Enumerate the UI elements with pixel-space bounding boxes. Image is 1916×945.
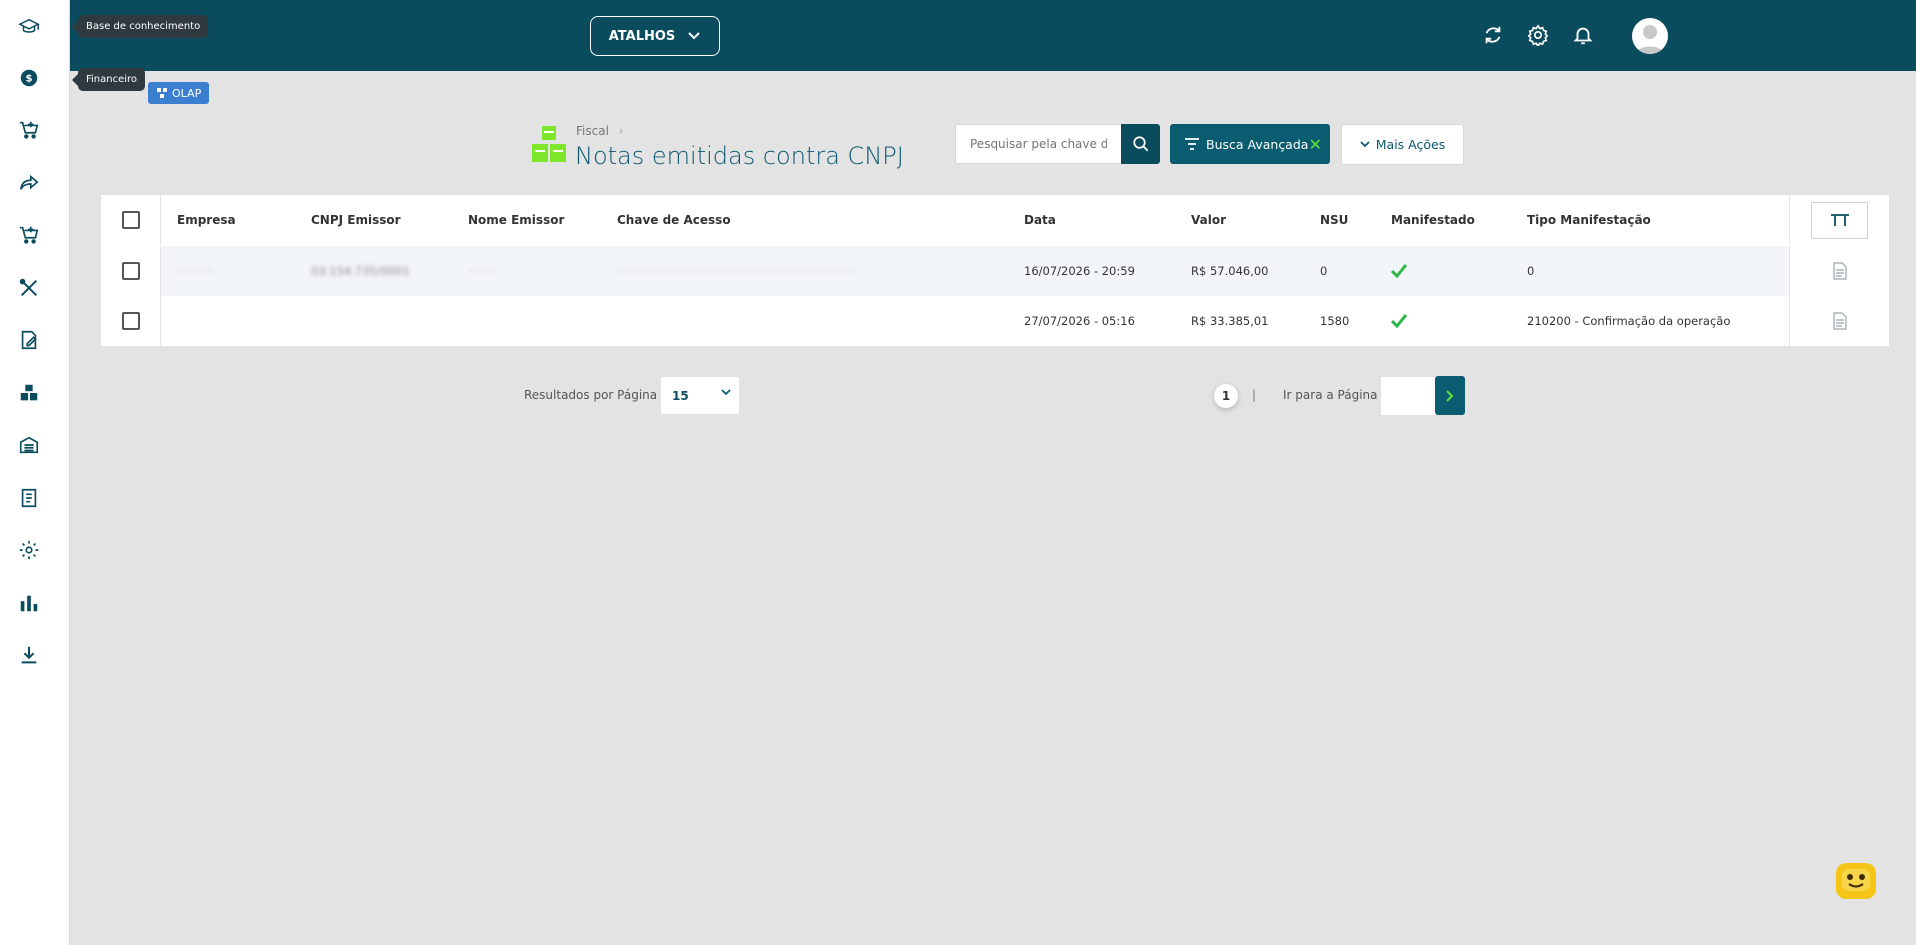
results-per-page-label: Resultados por Página	[524, 388, 658, 402]
table-header-row: Empresa CNPJ Emissor Nome Emissor Chave …	[101, 195, 1889, 245]
share-arrow-icon[interactable]	[16, 170, 42, 196]
cell-nome: ········	[468, 264, 498, 278]
row-select-cell	[101, 296, 161, 346]
atalhos-label: ATALHOS	[608, 28, 676, 44]
edit-note-icon[interactable]	[16, 327, 42, 353]
refresh-icon[interactable]	[1480, 22, 1506, 48]
column-header-valor[interactable]: Valor	[1191, 195, 1226, 245]
boxes-icon	[532, 126, 566, 162]
breadcrumb-fiscal[interactable]: Fiscal	[576, 124, 609, 138]
goto-page-input[interactable]	[1381, 377, 1436, 415]
tools-icon[interactable]	[16, 275, 42, 301]
breadcrumb: Fiscal ›	[576, 124, 624, 138]
dollar-icon[interactable]: $	[16, 65, 42, 91]
knowledge-base-icon[interactable]	[16, 14, 42, 40]
cart-plus-icon[interactable]	[16, 117, 42, 143]
page-number-current[interactable]: 1	[1214, 384, 1238, 408]
select-all-cell	[101, 195, 161, 245]
cell-data: 27/07/2026 - 05:16	[1024, 314, 1135, 328]
search-button[interactable]	[1121, 124, 1160, 164]
column-header-nome[interactable]: Nome Emissor	[468, 195, 564, 245]
table-row[interactable]: 27/07/2026 - 05:16 R$ 33.385,01 1580 210…	[101, 296, 1889, 346]
atalhos-button[interactable]: ATALHOS	[590, 16, 720, 56]
user-avatar[interactable]	[1632, 18, 1668, 54]
clear-filter-icon[interactable]: ✕	[1309, 135, 1322, 154]
column-header-cnpj[interactable]: CNPJ Emissor	[311, 195, 401, 245]
pagination-separator: |	[1252, 388, 1257, 402]
breadcrumb-chevron-icon: ›	[618, 124, 624, 138]
cell-tipo: 210200 - Confirmação da operação	[1527, 314, 1731, 328]
chevron-down-icon	[721, 389, 731, 396]
chat-bot-icon[interactable]	[1832, 859, 1880, 903]
filter-icon	[1185, 138, 1199, 150]
cube-icon	[157, 88, 167, 98]
column-header-empresa[interactable]: Empresa	[177, 195, 236, 245]
tooltip-financeiro: Financeiro	[71, 68, 146, 91]
column-header-chave[interactable]: Chave de Acesso	[617, 195, 731, 245]
advanced-search-button[interactable]: Busca Avançada ✕	[1170, 124, 1330, 164]
gear-icon[interactable]	[16, 537, 42, 563]
cell-empresa: ··········	[177, 264, 214, 278]
cell-data: 16/07/2026 - 20:59	[1024, 264, 1135, 278]
goto-page-button[interactable]	[1435, 376, 1465, 415]
column-header-tipo[interactable]: Tipo Manifestação	[1527, 195, 1651, 245]
results-per-page-select[interactable]: 15	[661, 377, 739, 414]
more-actions-button[interactable]: Mais Ações	[1341, 124, 1464, 165]
results-per-page-value: 15	[672, 388, 689, 403]
cell-chave: ········································…	[617, 264, 855, 278]
row-checkbox[interactable]	[121, 262, 140, 280]
row-action-cell	[1789, 296, 1889, 346]
goto-page-label: Ir para a Página	[1283, 388, 1378, 402]
cell-valor: R$ 33.385,01	[1191, 314, 1269, 328]
top-header: ATALHOS	[70, 0, 1916, 71]
search-icon	[1132, 136, 1148, 152]
receipt-icon[interactable]	[16, 485, 42, 511]
column-header-data[interactable]: Data	[1024, 195, 1056, 245]
download-icon[interactable]	[16, 642, 42, 668]
cell-nsu: 0	[1320, 264, 1328, 278]
olap-label: OLAP	[172, 86, 202, 100]
warehouse-icon[interactable]	[16, 432, 42, 458]
table-row[interactable]: ·········· 03.154.735/0001 ········ ····…	[101, 246, 1889, 296]
more-actions-label: Mais Ações	[1375, 137, 1446, 152]
cell-tipo: 0	[1527, 264, 1535, 278]
document-icon[interactable]	[1832, 262, 1847, 280]
advanced-search-label: Busca Avançada	[1206, 136, 1309, 152]
columns-icon	[1830, 214, 1849, 226]
row-checkbox[interactable]	[121, 312, 140, 330]
chevron-down-icon	[1360, 141, 1370, 148]
column-settings-button[interactable]	[1811, 201, 1868, 239]
bell-icon[interactable]	[1570, 22, 1596, 48]
select-all-checkbox[interactable]	[121, 211, 140, 229]
chevron-right-icon	[1446, 389, 1454, 402]
cell-cnpj: 03.154.735/0001	[311, 264, 410, 278]
olap-button[interactable]: OLAP	[148, 82, 210, 104]
document-icon[interactable]	[1832, 312, 1847, 330]
boxes-icon[interactable]	[16, 380, 42, 406]
notes-table: Empresa CNPJ Emissor Nome Emissor Chave …	[100, 194, 1890, 346]
column-toggle-cell	[1789, 195, 1889, 245]
cart-plus-icon-2[interactable]	[16, 222, 42, 248]
tooltip-knowledge-base: Base de conhecimento	[71, 15, 209, 38]
row-action-cell	[1789, 246, 1889, 296]
chevron-down-icon	[688, 32, 700, 40]
sidebar: Base de conhecimento $ Financeiro	[0, 0, 209, 945]
check-icon	[1391, 246, 1407, 296]
row-select-cell	[101, 246, 161, 296]
check-icon	[1391, 296, 1407, 346]
cell-nsu: 1580	[1320, 314, 1350, 328]
column-header-manifestado[interactable]: Manifestado	[1391, 195, 1475, 245]
settings-gear-icon[interactable]	[1525, 22, 1551, 48]
page-title: Notas emitidas contra CNPJ	[575, 142, 904, 170]
cell-valor: R$ 57.046,00	[1191, 264, 1269, 278]
column-header-nsu[interactable]: NSU	[1320, 195, 1348, 245]
svg-text:$: $	[25, 74, 32, 85]
search-input[interactable]	[955, 124, 1121, 164]
chart-bars-icon[interactable]	[16, 590, 42, 616]
